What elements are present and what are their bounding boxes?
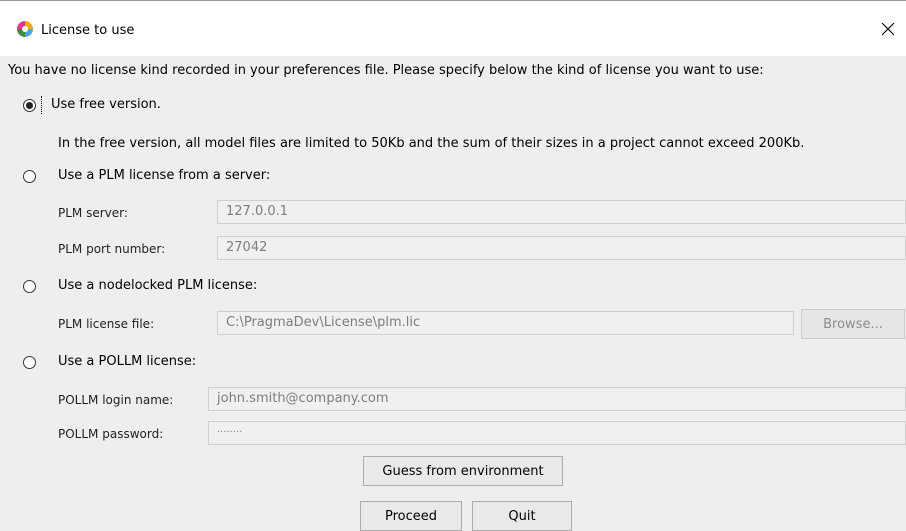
close-button[interactable] xyxy=(876,17,900,41)
radio-free-version[interactable] xyxy=(23,99,36,112)
proceed-button[interactable]: Proceed xyxy=(360,501,462,531)
plm-server-input[interactable]: 127.0.0.1 xyxy=(217,200,906,224)
plm-port-label: PLM port number: xyxy=(58,242,166,256)
free-version-note: In the free version, all model files are… xyxy=(58,136,805,151)
pollm-password-input[interactable]: ········ xyxy=(208,421,906,445)
close-icon xyxy=(881,22,895,36)
pollm-password-label: POLLM password: xyxy=(58,427,164,441)
plm-server-option-label[interactable]: Use a PLM license from a server: xyxy=(58,168,270,183)
plm-license-file-label: PLM license file: xyxy=(58,317,155,331)
app-logo-icon xyxy=(17,21,33,37)
plm-license-file-input[interactable]: C:\PragmaDev\License\plm.lic xyxy=(217,311,794,335)
license-dialog: License to use You have no license kind … xyxy=(0,0,906,531)
quit-button[interactable]: Quit xyxy=(472,501,572,531)
radio-pollm[interactable] xyxy=(23,356,36,369)
radio-plm-server[interactable] xyxy=(23,170,36,183)
intro-text: You have no license kind recorded in you… xyxy=(8,63,764,78)
nodelocked-option-label[interactable]: Use a nodelocked PLM license: xyxy=(58,278,257,293)
title-bar: License to use xyxy=(0,0,906,56)
radio-nodelocked[interactable] xyxy=(23,280,36,293)
browse-button[interactable]: Browse... xyxy=(801,309,905,339)
pollm-login-input[interactable]: john.smith@company.com xyxy=(208,387,906,411)
plm-port-input[interactable]: 27042 xyxy=(217,236,906,260)
guess-from-environment-button[interactable]: Guess from environment xyxy=(363,456,563,486)
free-version-label[interactable]: Use free version. xyxy=(51,97,161,112)
pollm-option-label[interactable]: Use a POLLM license: xyxy=(58,354,196,369)
focus-indicator xyxy=(41,96,43,114)
plm-server-label: PLM server: xyxy=(58,206,128,220)
window-title: License to use xyxy=(41,23,135,38)
pollm-login-label: POLLM login name: xyxy=(58,393,174,407)
